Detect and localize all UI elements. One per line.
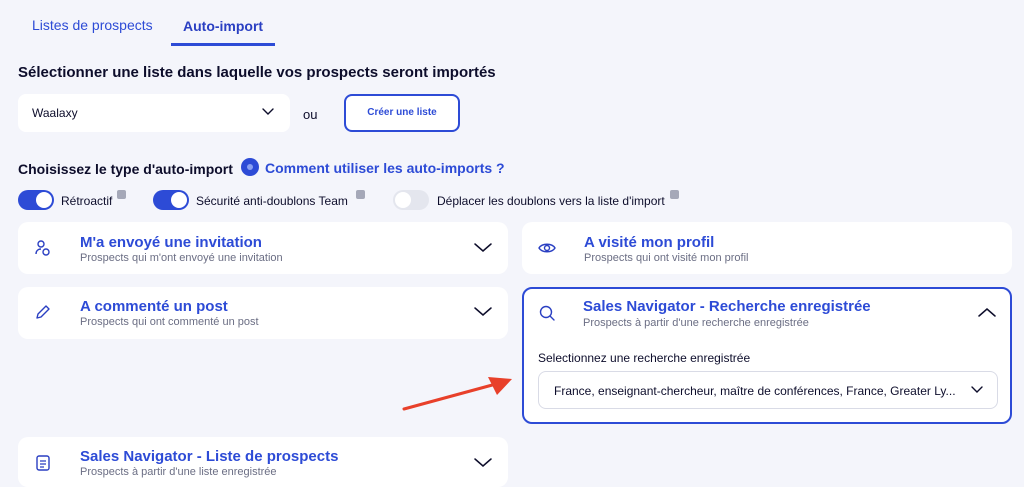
active-tab-indicator (171, 43, 275, 46)
saved-search-value: France, enseignant-chercheur, maître de … (554, 384, 956, 398)
card-subtitle: Prospects à partir d'une recherche enreg… (583, 317, 809, 329)
tab-bar: Listes de prospects Auto-import (0, 0, 1024, 50)
search-icon (539, 305, 555, 321)
saved-search-select[interactable]: France, enseignant-chercheur, maître de … (538, 371, 998, 409)
chevron-down-icon[interactable] (474, 458, 492, 468)
annotation-arrow-icon (402, 377, 512, 411)
toggle-move-duplicates[interactable] (393, 190, 429, 210)
card-commented-post[interactable]: A commenté un post Prospects qui ont com… (18, 287, 508, 339)
help-link[interactable]: Comment utiliser les auto-imports ? (265, 160, 505, 176)
info-icon[interactable] (356, 190, 365, 199)
eye-icon (538, 243, 556, 253)
chevron-up-icon[interactable] (978, 307, 996, 317)
help-icon[interactable] (241, 158, 259, 176)
toggle-move-duplicates-label: Déplacer les doublons vers la liste d'im… (437, 194, 665, 208)
toggle-anti-duplicates-label: Sécurité anti-doublons Team (196, 194, 348, 208)
info-icon[interactable] (670, 190, 679, 199)
pencil-icon (36, 305, 50, 319)
info-icon[interactable] (117, 190, 126, 199)
card-subtitle: Prospects qui m'ont envoyé une invitatio… (80, 252, 283, 264)
chevron-down-icon[interactable] (474, 307, 492, 317)
toggle-retroactive-label: Rétroactif (61, 194, 113, 208)
card-title: Sales Navigator - Recherche enregistrée (583, 298, 871, 315)
card-title: A commenté un post (80, 298, 228, 315)
card-sales-navigator-lead-list[interactable]: Sales Navigator - Liste de prospects Pro… (18, 437, 508, 487)
toggle-retroactive[interactable] (18, 190, 54, 210)
list-selection-heading: Sélectionner une liste dans laquelle vos… (18, 64, 496, 81)
card-title: A visité mon profil (584, 234, 715, 251)
tab-prospect-lists[interactable]: Listes de prospects (32, 17, 153, 33)
auto-import-type-heading: Choisissez le type d'auto-import (18, 161, 233, 177)
card-subtitle: Prospects qui ont visité mon profil (584, 252, 749, 264)
list-select-value: Waalaxy (32, 106, 78, 120)
card-invitation-received[interactable]: M'a envoyé une invitation Prospects qui … (18, 222, 508, 274)
list-select[interactable]: Waalaxy (18, 94, 290, 132)
card-sales-navigator-saved-search[interactable]: Sales Navigator - Recherche enregistrée … (522, 287, 1012, 424)
create-list-button[interactable]: Créer une liste (344, 94, 460, 132)
toggle-anti-duplicates[interactable] (153, 190, 189, 210)
document-icon (36, 455, 50, 471)
or-label: ou (303, 107, 318, 122)
chevron-down-icon (262, 108, 274, 115)
card-subtitle: Prospects à partir d'une liste enregistr… (80, 466, 277, 478)
card-profile-visited[interactable]: A visité mon profil Prospects qui ont vi… (522, 222, 1012, 274)
card-subtitle: Prospects qui ont commenté un post (80, 316, 259, 328)
chevron-down-icon (971, 386, 983, 393)
user-invite-icon (35, 240, 50, 256)
card-title: Sales Navigator - Liste de prospects (80, 448, 339, 465)
chevron-down-icon[interactable] (474, 243, 492, 253)
saved-search-label: Selectionnez une recherche enregistrée (538, 351, 751, 365)
tab-auto-import[interactable]: Auto-import (183, 18, 263, 34)
card-title: M'a envoyé une invitation (80, 234, 262, 251)
